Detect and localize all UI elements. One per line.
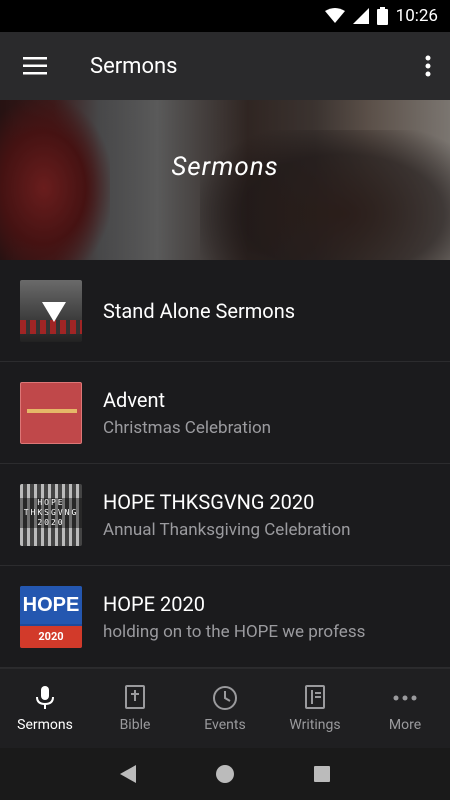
system-navigation-bar: [0, 748, 450, 800]
header-banner: Sermons: [0, 100, 450, 260]
nav-label: Sermons: [17, 716, 73, 733]
list-item-subtitle: Annual Thanksgiving Celebration: [103, 519, 351, 540]
more-vertical-icon: [425, 55, 431, 77]
series-thumbnail: HOPE THKSGVNG 2020: [20, 483, 82, 546]
status-bar: 10:26: [0, 0, 450, 32]
list-item-subtitle: Christmas Celebration: [103, 417, 272, 438]
thumbnail-year: 2020: [20, 625, 82, 648]
series-thumbnail: [20, 381, 82, 444]
microphone-icon: [36, 685, 54, 709]
nav-item-writings[interactable]: Writings: [270, 669, 360, 748]
nav-label: Writings: [289, 716, 341, 733]
nav-label: Bible: [119, 716, 151, 733]
home-icon[interactable]: [215, 764, 235, 784]
series-list: Stand Alone Sermons Advent Christmas Cel…: [0, 260, 450, 668]
nav-label: Events: [204, 716, 246, 733]
list-item-title: Advent: [103, 387, 166, 412]
book-icon: [305, 684, 325, 709]
list-item-title: HOPE 2020: [103, 591, 205, 616]
nav-item-bible[interactable]: Bible: [90, 669, 180, 748]
list-item[interactable]: Stand Alone Sermons: [0, 260, 450, 362]
series-thumbnail: [20, 279, 82, 342]
bottom-navigation: Sermons Bible Events Writings More: [0, 668, 450, 748]
battery-icon: [376, 7, 388, 25]
wifi-icon: [324, 8, 345, 23]
back-icon[interactable]: [118, 764, 138, 784]
app-bar: Sermons: [0, 32, 450, 100]
cellular-signal-icon: [352, 8, 369, 24]
bible-icon: [125, 684, 145, 709]
list-item[interactable]: HOPE THKSGVNG 2020 HOPE THKSGVNG 2020 An…: [0, 464, 450, 566]
nav-item-more[interactable]: More: [360, 669, 450, 748]
nav-label: More: [388, 716, 422, 733]
list-item[interactable]: HOPE 2020 HOPE 2020 holding on to the HO…: [0, 566, 450, 668]
hamburger-menu-icon: [23, 57, 47, 75]
series-thumbnail: HOPE 2020: [20, 585, 82, 648]
nav-item-sermons[interactable]: Sermons: [0, 669, 90, 748]
list-item-title: HOPE THKSGVNG 2020: [103, 489, 315, 514]
list-item[interactable]: Advent Christmas Celebration: [0, 362, 450, 464]
list-item-title: Stand Alone Sermons: [103, 298, 296, 323]
page-title: Sermons: [90, 53, 178, 79]
list-item-subtitle: holding on to the HOPE we profess: [103, 621, 366, 642]
more-horizontal-icon: [393, 695, 417, 700]
menu-button[interactable]: [0, 32, 70, 100]
recents-icon[interactable]: [312, 764, 332, 784]
thumbnail-text: HOPE: [22, 593, 80, 616]
status-time: 10:26: [395, 6, 438, 26]
banner-title: Sermons: [171, 152, 279, 182]
thumbnail-text: HOPE THKSGVNG 2020: [20, 497, 82, 528]
clock-icon: [213, 685, 237, 710]
overflow-menu-button[interactable]: [420, 52, 436, 80]
nav-item-events[interactable]: Events: [180, 669, 270, 748]
